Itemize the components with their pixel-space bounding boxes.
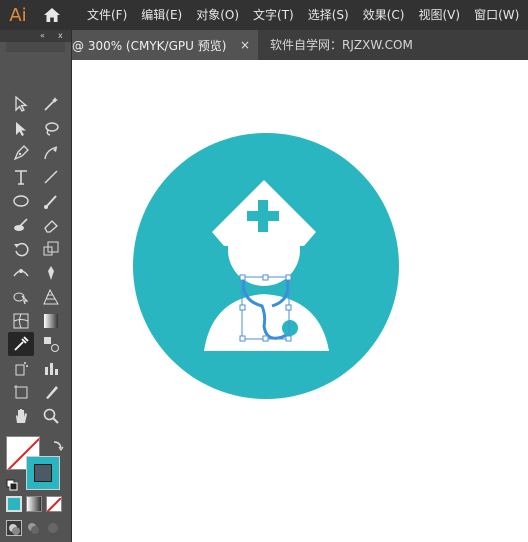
artboard-tool-icon[interactable] [8,380,34,404]
gradient-mode-icon[interactable] [26,496,42,512]
tools-panel-grip[interactable] [6,42,65,52]
stroke-swatch-inner [34,464,52,482]
eyedropper-tool-icon[interactable] [8,332,34,356]
width-tool-icon[interactable] [8,261,34,285]
close-panel-icon[interactable]: x [58,30,63,42]
shape-builder-tool-icon[interactable] [8,285,34,309]
symbol-sprayer-tool-icon[interactable] [8,356,34,380]
tool-row [0,404,72,428]
hand-tool-icon[interactable] [8,404,34,428]
artboard-canvas[interactable] [72,60,528,542]
document-tab-bar: @ 300% (CMYK/GPU 预览) × 软件自学网：RJZXW.COM [0,30,528,60]
tool-row [0,189,72,213]
perspective-grid-tool-icon[interactable] [38,285,64,309]
tool-row [0,237,72,261]
menu-type[interactable]: 文字(T) [246,0,301,30]
menu-window[interactable]: 窗口(W) [467,0,526,30]
swap-fill-stroke-icon[interactable] [52,436,64,455]
pen-tool-icon[interactable] [8,141,34,165]
menu-file[interactable]: 文件(F) [80,0,134,30]
document-tab-inactive[interactable]: 软件自学网：RJZXW.COM [270,30,413,60]
tool-row [0,332,72,356]
eraser-tool-icon[interactable] [38,213,64,237]
artwork [133,133,399,399]
app-logo: Ai [9,4,27,26]
puppet-warp-tool-icon[interactable] [38,261,64,285]
collapse-panel-icon[interactable]: « [40,30,45,42]
magic-wand-tool-icon[interactable] [38,92,64,116]
tool-row [0,117,72,141]
ellipse-tool-icon[interactable] [8,189,34,213]
tool-row [0,92,72,116]
menu-select[interactable]: 选择(S) [301,0,356,30]
tool-row [0,165,72,189]
mesh-tool-icon[interactable] [8,309,34,333]
color-mode-row [6,496,66,514]
paintbrush-tool-icon[interactable] [38,189,64,213]
color-mode-icon[interactable] [6,496,22,512]
rotate-tool-icon[interactable] [8,237,34,261]
tools-panel-header: « x [0,30,71,42]
menu-edit[interactable]: 编辑(E) [134,0,189,30]
tool-row [0,356,72,380]
draw-behind-icon[interactable] [26,520,42,536]
type-tool-icon[interactable] [8,165,34,189]
zoom-tool-icon[interactable] [38,404,64,428]
document-tab-label: @ 300% (CMYK/GPU 预览) [72,38,227,53]
curvature-tool-icon[interactable] [38,141,64,165]
draw-inside-icon[interactable] [46,520,62,536]
line-segment-tool-icon[interactable] [38,165,64,189]
close-tab-icon[interactable]: × [240,38,250,52]
tool-row [0,309,72,333]
scale-tool-icon[interactable] [38,237,64,261]
menu-object[interactable]: 对象(O) [189,0,246,30]
tool-row [0,213,72,237]
illustrator-window: Ai 文件(F) 编辑(E) 对象(O) 文字(T) 选择(S) 效果(C) 视… [0,0,528,542]
draw-normal-icon[interactable] [6,520,22,536]
menu-effect[interactable]: 效果(C) [356,0,412,30]
fill-stroke-area [0,432,72,492]
drawing-mode-row [6,520,66,538]
stroke-swatch[interactable] [26,456,60,490]
menu-bar: Ai 文件(F) 编辑(E) 对象(O) 文字(T) 选择(S) 效果(C) 视… [0,0,528,30]
tool-row [0,261,72,285]
lasso-tool-icon[interactable] [38,117,64,141]
none-mode-icon[interactable] [46,496,62,513]
document-tab-active[interactable]: @ 300% (CMYK/GPU 预览) × [72,30,258,60]
column-graph-tool-icon[interactable] [38,356,64,380]
blend-tool-icon[interactable] [38,332,64,356]
slice-tool-icon[interactable] [38,380,64,404]
tools-panel: « x [0,30,72,542]
tool-row [0,380,72,404]
home-icon[interactable] [36,0,68,30]
gradient-tool-icon[interactable] [38,309,64,333]
selection-tool-icon[interactable] [8,92,34,116]
default-fill-stroke-icon[interactable] [6,476,18,495]
menu-view[interactable]: 视图(V) [411,0,467,30]
tool-row [0,285,72,309]
blob-brush-tool-icon[interactable] [8,213,34,237]
direct-selection-tool-icon[interactable] [8,117,34,141]
menu-items: 文件(F) 编辑(E) 对象(O) 文字(T) 选择(S) 效果(C) 视图(V… [80,0,526,30]
tool-row [0,141,72,165]
